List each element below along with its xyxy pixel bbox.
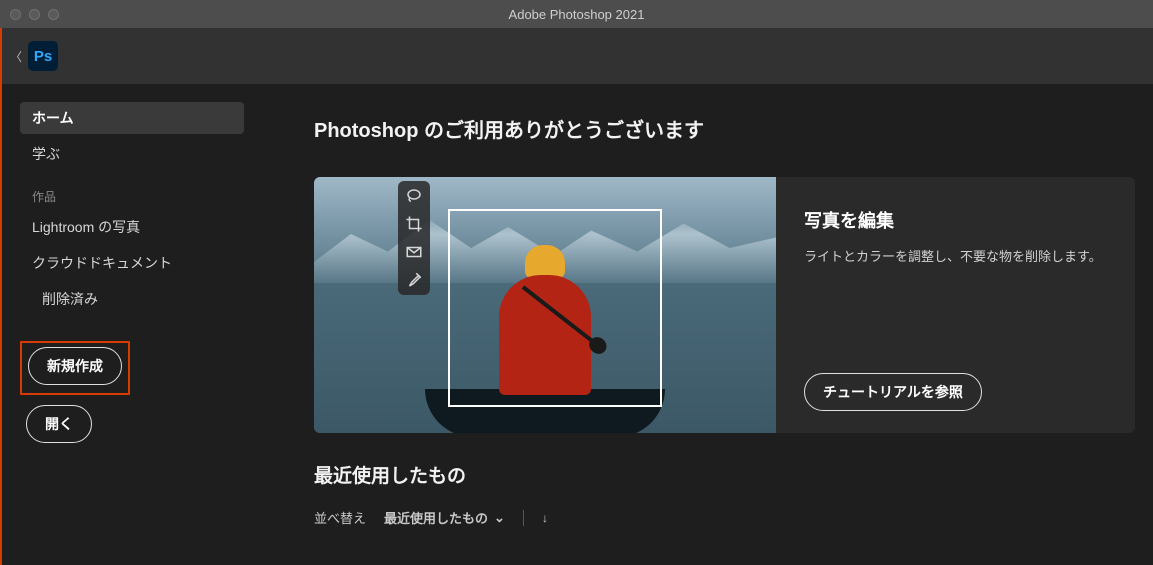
close-window-icon[interactable]: [10, 9, 21, 20]
home-content: Photoshop のご利用ありがとうございます: [258, 84, 1153, 565]
sort-dropdown[interactable]: 最近使用したもの ⌄: [384, 508, 505, 527]
recent-heading: 最近使用したもの: [314, 461, 1135, 488]
nav-lightroom-photos[interactable]: Lightroom の写真: [20, 211, 244, 243]
sort-direction-icon[interactable]: ↓: [542, 511, 548, 525]
view-tutorial-button[interactable]: チュートリアルを参照: [804, 373, 982, 411]
chevron-down-icon: ⌄: [494, 510, 505, 526]
app-icon[interactable]: Ps: [28, 41, 58, 71]
titlebar: Adobe Photoshop 2021: [0, 0, 1153, 28]
maximize-window-icon[interactable]: [48, 9, 59, 20]
card-title: 写真を編集: [804, 207, 1111, 233]
open-file-button[interactable]: 開く: [26, 405, 92, 443]
card-image: [314, 177, 776, 433]
tabbar: 〈 Ps: [0, 28, 1153, 84]
nav-section-works: 作品: [20, 174, 244, 211]
new-file-button[interactable]: 新規作成: [28, 347, 122, 385]
eyedropper-icon: [405, 271, 423, 289]
recent-section: 最近使用したもの 並べ替え 最近使用したもの ⌄ ↓: [314, 461, 1135, 527]
crop-icon: [405, 215, 423, 233]
sidebar: ホーム 学ぶ 作品 Lightroom の写真 クラウドドキュメント 削除済み …: [0, 84, 258, 565]
card-description: ライトとカラーを調整し、不要な物を削除します。: [804, 247, 1111, 268]
nav-learn[interactable]: 学ぶ: [20, 138, 244, 170]
nav-deleted[interactable]: 削除済み: [20, 283, 244, 315]
divider: [523, 510, 524, 526]
welcome-heading: Photoshop のご利用ありがとうございます: [314, 114, 1135, 143]
lasso-icon: [405, 187, 423, 205]
highlight-box: 新規作成: [20, 341, 130, 395]
sort-label: 並べ替え: [314, 508, 366, 527]
window-controls: [0, 9, 59, 20]
nav-home[interactable]: ホーム: [20, 102, 244, 134]
back-chevron-icon[interactable]: 〈: [10, 48, 22, 65]
tutorial-card: 写真を編集 ライトとカラーを調整し、不要な物を削除します。 チュートリアルを参照: [314, 177, 1135, 433]
nav-cloud-documents[interactable]: クラウドドキュメント: [20, 247, 244, 279]
window-title: Adobe Photoshop 2021: [0, 7, 1153, 22]
crop-frame-overlay: [448, 209, 662, 407]
minimize-window-icon[interactable]: [29, 9, 40, 20]
tool-column: [398, 181, 430, 295]
envelope-icon: [405, 243, 423, 261]
